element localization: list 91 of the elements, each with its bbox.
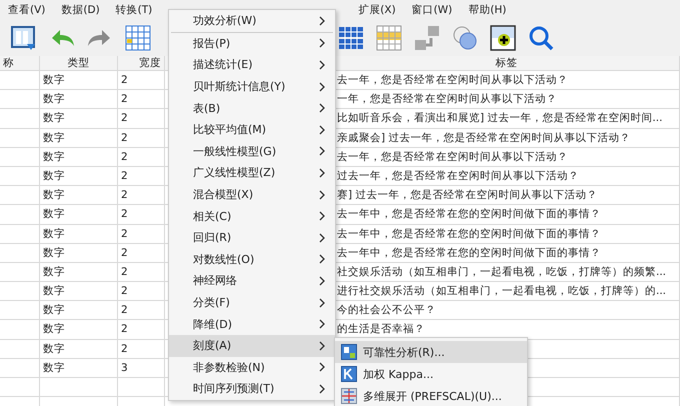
table-cell: 2 (118, 166, 165, 186)
table-cell: 2 (118, 90, 165, 108)
table-cell: 数字 (40, 109, 118, 128)
column-header: 称 (0, 56, 40, 70)
table-cell: 数字 (40, 301, 118, 320)
table-cell: 数字 (40, 262, 118, 282)
menu-item[interactable]: 描述统计(E) (169, 54, 335, 76)
menu-item[interactable]: 对数线性(O) (169, 248, 335, 270)
chevron-icon (319, 16, 325, 26)
chevron-icon (319, 38, 325, 48)
chevron-icon (319, 362, 325, 372)
menu-item[interactable]: 广义线性模型(Z) (169, 162, 335, 184)
search-icon[interactable] (527, 24, 555, 52)
table-cell: 数字 (40, 90, 118, 108)
menu-item[interactable]: 多维展开 (PREFSCAL)(U)... (335, 385, 527, 406)
menu-item[interactable]: 可靠性分析(R)... (335, 341, 527, 363)
menu-item[interactable]: 分类(F) (169, 292, 335, 314)
chevron-icon (319, 384, 325, 394)
menu-item[interactable]: 非参数检验(N) (169, 356, 335, 378)
column-header: 类型 (40, 56, 118, 70)
menu-bar-item[interactable]: 窗口(W) (412, 3, 452, 17)
table-cell: 2 (118, 262, 165, 282)
chevron-icon (319, 190, 325, 200)
menu-item[interactable]: 降维(D) (169, 313, 335, 335)
menu-bar-item[interactable]: 数据(D) (61, 3, 100, 17)
table-cell: 数字 (40, 166, 118, 186)
table-cell: 3 (118, 358, 165, 377)
grid-icon[interactable] (337, 24, 365, 52)
menu-item[interactable]: 一般线性模型(G) (169, 140, 335, 162)
table-cell: 2 (118, 128, 165, 147)
chart-icon (341, 344, 357, 360)
chevron-icon (319, 103, 325, 114)
chevron-icon (319, 146, 325, 156)
menu-item[interactable]: 功效分析(W) (169, 10, 335, 32)
chevron-icon (319, 298, 325, 308)
data-view-icon[interactable] (10, 24, 38, 52)
table-icon[interactable] (124, 24, 152, 52)
table-cell: 2 (118, 244, 165, 262)
table-cell: 数字 (40, 148, 118, 166)
table-cell: 数字 (40, 128, 118, 147)
menu-item[interactable]: 贝叶斯统计信息(Y) (169, 76, 335, 98)
chevron-icon (319, 232, 325, 243)
chevron-icon (319, 276, 325, 286)
table-cell: 2 (118, 282, 165, 300)
chevron-icon (319, 82, 325, 92)
table-cell: 2 (118, 109, 165, 128)
menu-bar-item[interactable]: 查看(V) (8, 3, 46, 17)
table-cell: 2 (118, 148, 165, 166)
table-cell: 数字 (40, 244, 118, 262)
menu-item[interactable]: 表(B) (169, 97, 335, 119)
table-cell: 2 (118, 186, 165, 204)
chevron-icon (319, 340, 325, 351)
menu-item[interactable]: 相关(C) (169, 205, 335, 227)
table-cell: 数字 (40, 358, 118, 377)
table-cell: 数字 (40, 340, 118, 358)
chevron-icon (319, 254, 325, 264)
table-cell: 数字 (40, 186, 118, 204)
chevron-icon (319, 211, 325, 222)
chevron-icon (319, 168, 325, 178)
table-cell: 2 (118, 224, 165, 243)
menu-item[interactable]: 混合模型(X) (169, 184, 335, 206)
table-cell: 2 (118, 320, 165, 339)
menu-item[interactable]: 神经网络 (169, 270, 335, 292)
circles-icon[interactable] (451, 24, 479, 52)
table-cell: 数字 (40, 205, 118, 224)
chevron-icon (319, 60, 325, 70)
table-cell: 2 (118, 205, 165, 224)
chevron-icon (319, 124, 325, 135)
k-icon (341, 366, 357, 382)
table-cell: 2 (118, 340, 165, 358)
table-cell: 数字 (40, 224, 118, 243)
menu-bar-item[interactable]: 转换(T) (116, 3, 152, 17)
menu-bar-item[interactable]: 帮助(H) (468, 3, 506, 17)
menu-item[interactable]: 刻度(A) (169, 334, 335, 356)
menu-bar-item[interactable]: 扩展(X) (358, 3, 396, 17)
table-cell: 数字 (40, 320, 118, 339)
table-cell: 数字 (40, 71, 118, 90)
chevron-icon (319, 319, 325, 330)
variables-icon[interactable] (413, 24, 441, 52)
menu-item[interactable]: 时间序列预测(T) (169, 378, 335, 400)
grid-arrows-icon (341, 388, 357, 404)
menu-item[interactable]: 加权 Kappa... (335, 363, 527, 385)
menu-item[interactable]: 比较平均值(M) (169, 118, 335, 141)
add-icon[interactable] (489, 24, 517, 52)
table-cell: 2 (118, 301, 165, 320)
menu-item[interactable]: 回归(R) (169, 226, 335, 249)
table-cell: 2 (118, 71, 165, 90)
menu-item[interactable]: 报告(P) (169, 32, 335, 54)
column-header: 宽度 (118, 56, 165, 70)
table-icon[interactable] (375, 24, 403, 52)
table-cell: 数字 (40, 282, 118, 300)
